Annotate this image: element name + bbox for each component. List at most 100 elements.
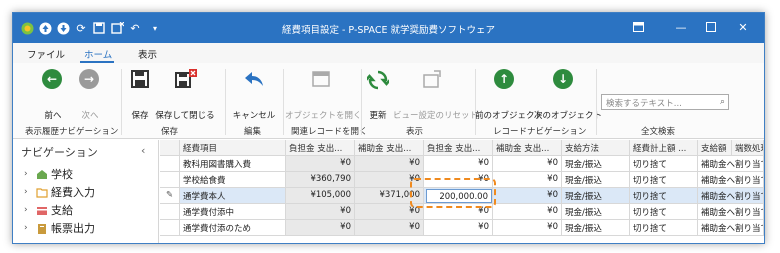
table-cell[interactable]: 補助金へ割り当て — [698, 188, 764, 204]
table-cell[interactable]: 通学費付添のため — [180, 220, 286, 236]
ribbon-separator — [361, 69, 362, 135]
window-title: 経費項目設定 - P-SPACE 就学奨励費ソフトウェア — [281, 25, 496, 36]
table-cell[interactable]: ¥105,000 — [286, 188, 355, 204]
app-window: ⟳ ↶ ▾ 経費項目設定 - P-SPACE 就学奨励費ソフトウェア — ✕ フ… — [12, 12, 765, 244]
column-header[interactable]: 支給額 — [698, 140, 732, 156]
group-label-related: 関連レコードを開く — [291, 127, 368, 137]
school-icon — [36, 169, 48, 180]
highlight-annotation — [410, 178, 496, 208]
expand-icon[interactable]: › — [24, 169, 36, 179]
group-label-record-nav: レコードナビゲーション — [493, 127, 587, 137]
search-icon[interactable]: ⌕ — [720, 97, 725, 107]
minimize-icon[interactable]: — — [673, 19, 689, 35]
row-indicator[interactable] — [160, 172, 180, 188]
group-label-edit: 編集 — [244, 127, 262, 137]
table-cell[interactable]: 補助金へ割り当て — [698, 220, 764, 236]
column-header[interactable]: 補助金 支出... — [355, 140, 424, 156]
group-label-fulltext: 全文検索 — [641, 127, 676, 137]
close-icon[interactable]: ✕ — [735, 19, 751, 35]
table-cell[interactable]: 切り捨て — [630, 172, 698, 188]
back-arrow-icon: ← — [42, 69, 64, 91]
ribbon-separator — [121, 69, 122, 135]
menu-bar: ファイル ホーム 表示 — [13, 43, 764, 63]
expand-icon[interactable]: › — [24, 205, 36, 215]
edit-pencil-icon[interactable]: ✎ — [160, 188, 180, 204]
nav-item-expense-input[interactable]: › 経費入力 — [24, 184, 95, 200]
undo-arrow-icon — [243, 69, 265, 91]
menu-view[interactable]: 表示 — [138, 47, 157, 61]
table-cell[interactable]: 現金/振込 — [562, 220, 630, 236]
up-arrow-icon: ↑ — [494, 69, 516, 91]
table-cell[interactable]: 教科用図書購入費 — [180, 156, 286, 172]
column-header[interactable]: 端数処理 — [732, 140, 764, 156]
table-cell[interactable]: 通学費付添中 — [180, 204, 286, 220]
table-cell[interactable]: 補助金へ割り当て — [698, 156, 764, 172]
table-cell[interactable]: 通学費本人 — [180, 188, 286, 204]
row-indicator[interactable] — [160, 156, 180, 172]
ribbon-separator — [225, 69, 226, 135]
table-cell[interactable]: ¥0 — [493, 188, 562, 204]
menu-file[interactable]: ファイル — [27, 47, 65, 61]
table-cell[interactable]: ¥0 — [424, 220, 493, 236]
table-cell[interactable]: ¥0 — [493, 204, 562, 220]
table-cell[interactable]: 補助金へ割り当て — [698, 172, 764, 188]
forward-arrow-icon: → — [79, 69, 101, 91]
table-cell[interactable]: ¥0 — [286, 204, 355, 220]
ribbon-separator — [475, 69, 476, 135]
down-arrow-icon: ↓ — [553, 69, 575, 91]
row-indicator[interactable] — [160, 220, 180, 236]
column-header[interactable]: 支給方法 — [562, 140, 630, 156]
table-cell[interactable]: 切り捨て — [630, 188, 698, 204]
group-label-view: 表示 — [406, 127, 424, 137]
table-cell[interactable]: 切り捨て — [630, 220, 698, 236]
payment-icon — [36, 205, 48, 216]
table-cell[interactable]: ¥0 — [493, 220, 562, 236]
nav-title: ナビゲーション — [21, 146, 98, 159]
navigation-pane: ナビゲーション ‹ › 学校 › 経費入力 › 支給 › 帳票出力 — [13, 140, 159, 243]
ribbon-separator — [596, 69, 597, 135]
collapse-chevron-icon[interactable]: ‹ — [141, 144, 145, 157]
menu-home[interactable]: ホーム — [84, 47, 112, 61]
column-header[interactable]: 補助金 支出... — [493, 140, 562, 156]
folder-icon — [36, 187, 48, 198]
table-cell[interactable]: 現金/振込 — [562, 172, 630, 188]
table-cell[interactable]: 現金/振込 — [562, 156, 630, 172]
column-header[interactable]: 負担金 支出... — [286, 140, 355, 156]
table-cell[interactable]: ¥0 — [286, 220, 355, 236]
table-cell[interactable]: 補助金へ割り当て — [698, 204, 764, 220]
maximize-icon[interactable] — [703, 19, 719, 35]
table-cell[interactable]: ¥0 — [355, 220, 424, 236]
table-cell[interactable]: 切り捨て — [630, 156, 698, 172]
table-cell[interactable]: ¥0 — [424, 156, 493, 172]
table-cell[interactable]: 切り捨て — [630, 204, 698, 220]
title-bar: ⟳ ↶ ▾ 経費項目設定 - P-SPACE 就学奨励費ソフトウェア — ✕ — [13, 13, 764, 43]
group-label-history: 表示履歴ナビゲーション — [25, 127, 119, 137]
table-cell[interactable]: ¥0 — [286, 156, 355, 172]
table-cell[interactable]: ¥0 — [493, 172, 562, 188]
column-header[interactable]: 経費項目 — [180, 140, 286, 156]
ribbon: ← 前へ → 次へ 表示履歴ナビゲーション 保存 保存して閉じる 保存 キャンセ… — [13, 63, 764, 139]
table-cell[interactable]: 現金/振込 — [562, 188, 630, 204]
report-icon — [36, 223, 48, 234]
table-cell[interactable]: ¥0 — [493, 156, 562, 172]
table-cell[interactable]: 現金/振込 — [562, 204, 630, 220]
row-indicator[interactable] — [160, 204, 180, 220]
expand-icon[interactable]: › — [24, 223, 36, 233]
nav-item-report[interactable]: › 帳票出力 — [24, 220, 95, 236]
nav-item-school[interactable]: › 学校 — [24, 166, 73, 182]
table-cell[interactable]: ¥0 — [355, 156, 424, 172]
reset-view-icon — [422, 69, 444, 91]
window-icon — [310, 69, 332, 91]
table-cell[interactable]: 学校給食費 — [180, 172, 286, 188]
group-label-save: 保存 — [161, 127, 179, 137]
table-cell[interactable]: ¥360,790 — [286, 172, 355, 188]
save-close-disk-icon — [174, 69, 197, 91]
column-header[interactable]: 負担金 支出... — [424, 140, 493, 156]
column-header[interactable]: 経費計上額 ... — [630, 140, 698, 156]
expand-icon[interactable]: › — [24, 187, 36, 197]
nav-item-payment[interactable]: › 支給 — [24, 202, 73, 218]
row-indicator-header — [160, 140, 180, 156]
search-input[interactable]: 検索するテキスト... ⌕ — [601, 94, 729, 110]
floppy-disk-icon — [129, 69, 151, 91]
ribbon-display-icon[interactable] — [630, 19, 646, 35]
